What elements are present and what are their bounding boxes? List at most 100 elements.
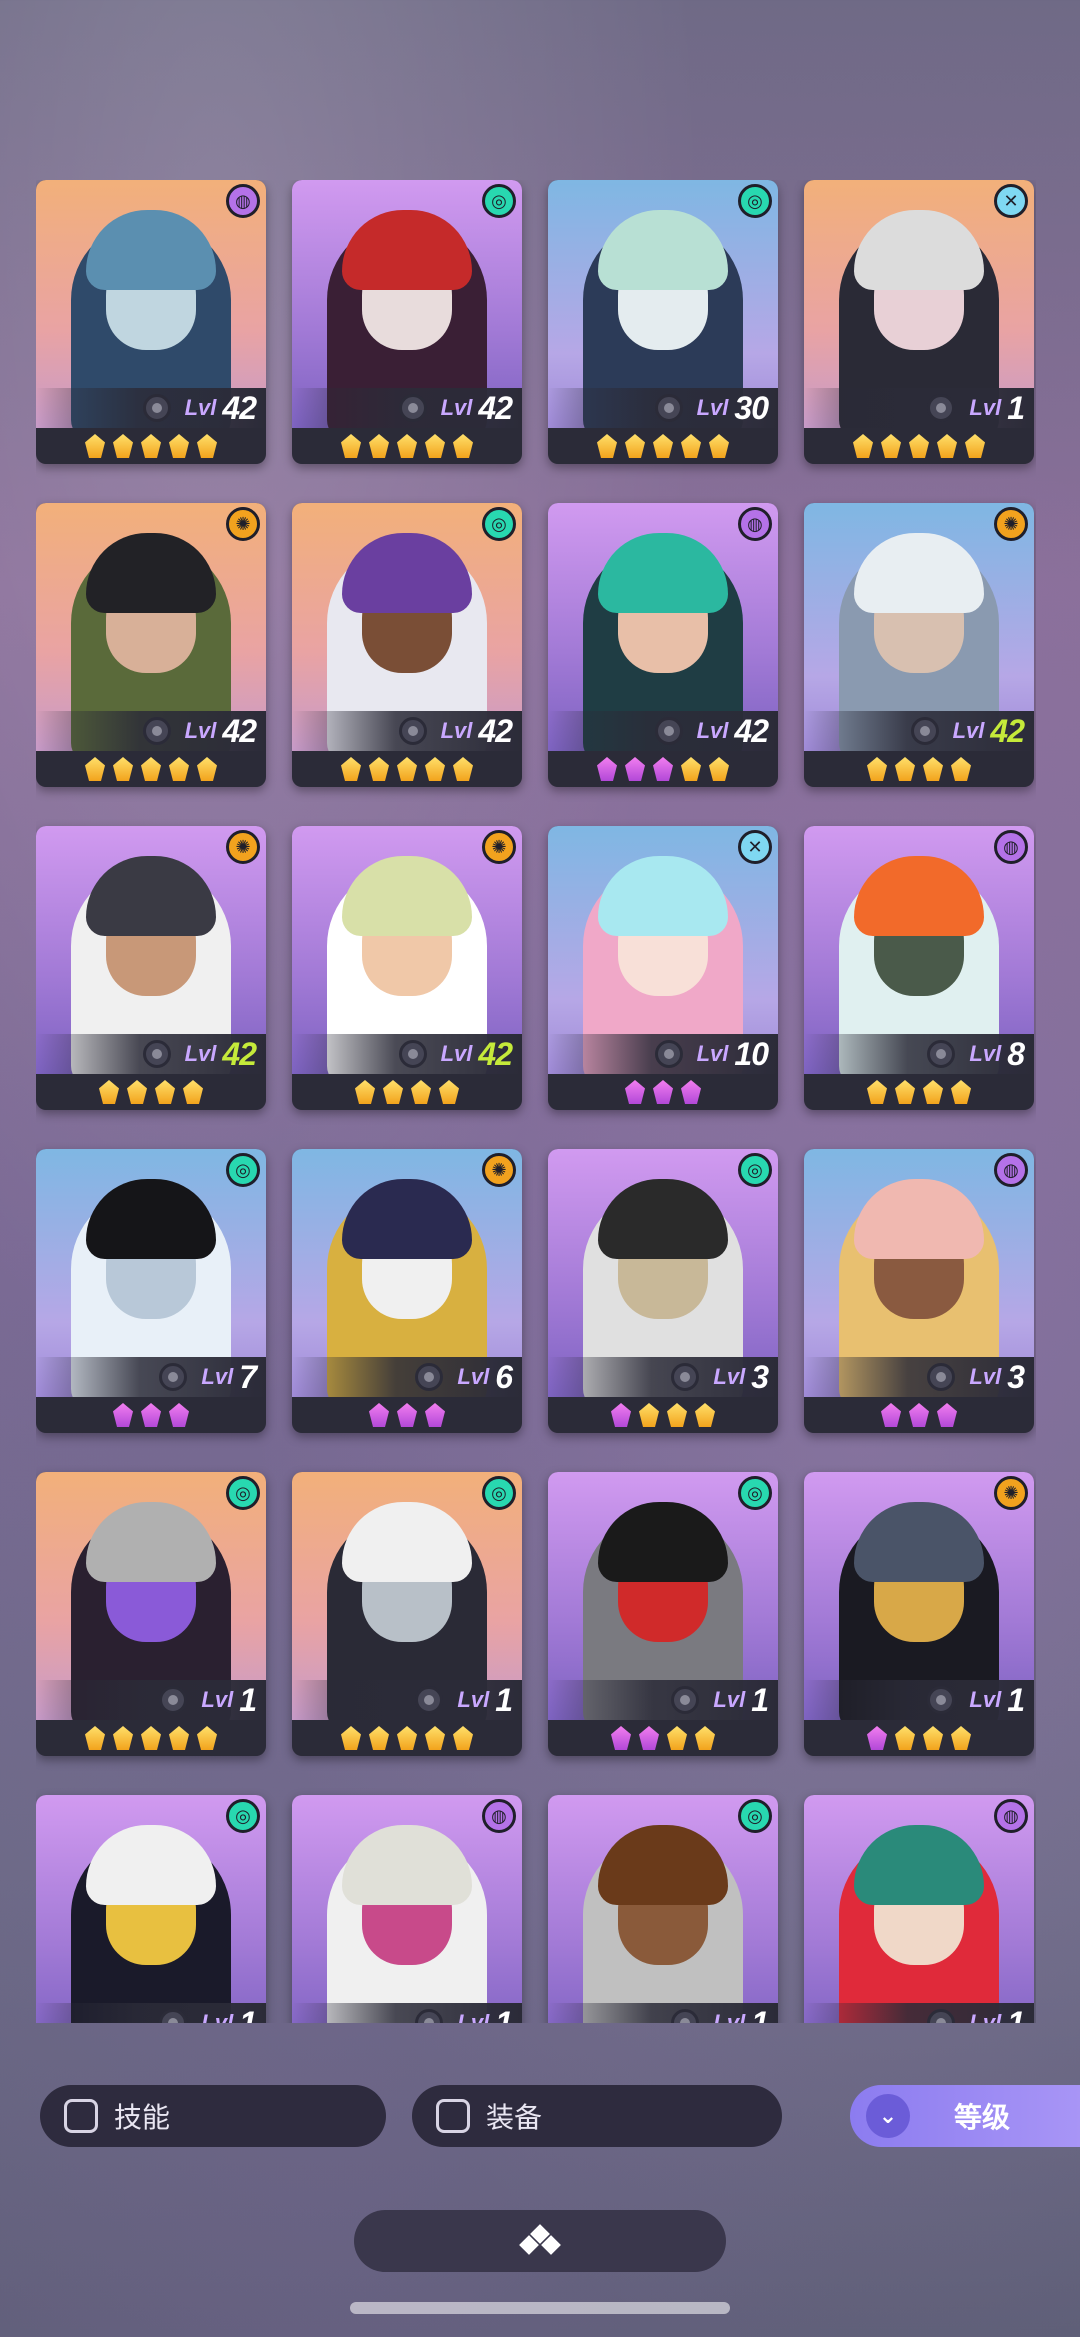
level-value: 42 (990, 712, 1025, 749)
purple-gem-icon (653, 1080, 673, 1104)
swirl-icon: ◎ (738, 1153, 772, 1187)
hero-card[interactable]: ✺ Lvl 1 (804, 1472, 1034, 1756)
gear-slot-icon (415, 1686, 444, 1714)
level-value: 6 (495, 1358, 513, 1395)
gold-gem-icon (369, 434, 389, 458)
gold-gem-icon (709, 434, 729, 458)
hero-card[interactable]: ✺ Lvl 42 (36, 826, 266, 1110)
level-value: 30 (734, 389, 769, 426)
sun-icon: ✺ (482, 830, 516, 864)
hero-card[interactable]: ◎ Lvl 1 (548, 1472, 778, 1756)
level-label: Lvl (457, 1687, 490, 1712)
gold-gem-icon (667, 1726, 687, 1750)
gold-gem-icon (369, 1726, 389, 1750)
hero-card[interactable]: ✺ Lvl 42 (292, 826, 522, 1110)
gold-gem-icon (895, 1726, 915, 1750)
hero-card[interactable]: ✕ Lvl 1 (804, 180, 1034, 464)
level-bar: Lvl 42 (36, 711, 266, 751)
hero-card[interactable]: ✺ Lvl 42 (36, 503, 266, 787)
hero-grid[interactable]: ◍ Lvl 42 ◎ Lvl 42 ◎ Lvl 30 ✕ Lvl 1 ✺ Lvl 42 ◎ Lvl 42 ◍ Lvl 4… (36, 180, 1036, 2023)
gold-gem-icon (937, 434, 957, 458)
gold-gem-icon (169, 434, 189, 458)
purple-gem-icon (653, 757, 673, 781)
gear-slot-icon (415, 1363, 444, 1391)
hero-card[interactable]: ◍ Lvl 42 (36, 180, 266, 464)
gold-gem-icon (99, 1080, 119, 1104)
hero-card[interactable]: ◎ Lvl 42 (292, 503, 522, 787)
gold-gem-icon (113, 434, 133, 458)
hero-card[interactable]: ◍ Lvl 3 (804, 1149, 1034, 1433)
gear-slot-icon (927, 394, 956, 422)
hero-card[interactable]: ◎ Lvl 1 (548, 1795, 778, 2023)
home-indicator[interactable] (350, 2302, 730, 2314)
star-rating (292, 428, 522, 464)
hero-card[interactable]: ◎ Lvl 1 (292, 1472, 522, 1756)
gold-gem-icon (397, 434, 417, 458)
skills-filter[interactable]: 技能 (40, 2085, 386, 2147)
level-bar: Lvl 1 (804, 1680, 1034, 1720)
gear-slot-icon (159, 1363, 188, 1391)
hero-card[interactable]: ✕ Lvl 10 (548, 826, 778, 1110)
gold-gem-icon (197, 1726, 217, 1750)
hero-card[interactable]: ◎ Lvl 1 (36, 1795, 266, 2023)
spiral-icon: ◍ (994, 830, 1028, 864)
gear-slot-icon (398, 1040, 427, 1068)
level-bar: Lvl 42 (292, 1034, 522, 1074)
sun-icon: ✺ (994, 1476, 1028, 1510)
sort-by-level-button[interactable]: ⌄ 等级 (850, 2085, 1080, 2147)
level-label: Lvl (713, 1687, 746, 1712)
purple-gem-icon (397, 1403, 417, 1427)
level-label: Lvl (184, 1041, 217, 1066)
hero-card[interactable]: ◎ Lvl 3 (548, 1149, 778, 1433)
swirl-icon: ◎ (738, 1799, 772, 1833)
gold-gem-icon (341, 757, 361, 781)
hero-card[interactable]: ◎ Lvl 1 (36, 1472, 266, 1756)
level-value: 1 (495, 1681, 513, 1718)
gold-gem-icon (113, 757, 133, 781)
level-label: Lvl (201, 1364, 234, 1389)
gear-slot-icon (142, 394, 171, 422)
gear-slot-icon (654, 717, 683, 745)
sort-label: 等级 (954, 2102, 1011, 2133)
hero-card[interactable]: ◍ Lvl 1 (292, 1795, 522, 2023)
gear-filter-label: 装备 (486, 2102, 543, 2133)
gold-gem-icon (653, 434, 673, 458)
hero-card[interactable]: ◍ Lvl 42 (548, 503, 778, 787)
hero-card[interactable]: ◎ Lvl 30 (548, 180, 778, 464)
gold-gem-icon (453, 434, 473, 458)
gear-filter[interactable]: 装备 (412, 2085, 782, 2147)
level-bar: Lvl 8 (804, 1034, 1034, 1074)
gear-slot-icon (415, 2009, 444, 2023)
gold-gem-icon (85, 434, 105, 458)
gold-gem-icon (909, 434, 929, 458)
hero-card[interactable]: ◍ Lvl 8 (804, 826, 1034, 1110)
gear-slot-icon (654, 1040, 683, 1068)
hero-card[interactable]: ◎ Lvl 7 (36, 1149, 266, 1433)
hero-card[interactable]: ✺ Lvl 6 (292, 1149, 522, 1433)
gold-gem-icon (397, 757, 417, 781)
gold-gem-icon (951, 1726, 971, 1750)
gold-gem-icon (923, 1080, 943, 1104)
level-label: Lvl (440, 395, 473, 420)
hero-card[interactable]: ✺ Lvl 42 (804, 503, 1034, 787)
gold-gem-icon (369, 757, 389, 781)
hero-card[interactable]: ◍ Lvl 1 (804, 1795, 1034, 2023)
checkbox-icon[interactable] (436, 2099, 470, 2133)
gold-gem-icon (155, 1080, 175, 1104)
gold-gem-icon (425, 1726, 445, 1750)
purple-gem-icon (611, 1403, 631, 1427)
purple-gem-icon (681, 1080, 701, 1104)
gear-slot-icon (398, 394, 427, 422)
checkbox-icon[interactable] (64, 2099, 98, 2133)
skills-filter-label: 技能 (114, 2102, 171, 2133)
hero-card[interactable]: ◎ Lvl 42 (292, 180, 522, 464)
purple-gem-icon (141, 1403, 161, 1427)
collection-toggle-button[interactable] (354, 2210, 726, 2272)
level-bar: Lvl 42 (292, 388, 522, 428)
gold-gem-icon (895, 757, 915, 781)
gold-gem-icon (141, 434, 161, 458)
level-bar: Lvl 1 (548, 2003, 778, 2023)
level-bar: Lvl 1 (292, 1680, 522, 1720)
level-bar: Lvl 1 (292, 2003, 522, 2023)
gold-gem-icon (695, 1726, 715, 1750)
